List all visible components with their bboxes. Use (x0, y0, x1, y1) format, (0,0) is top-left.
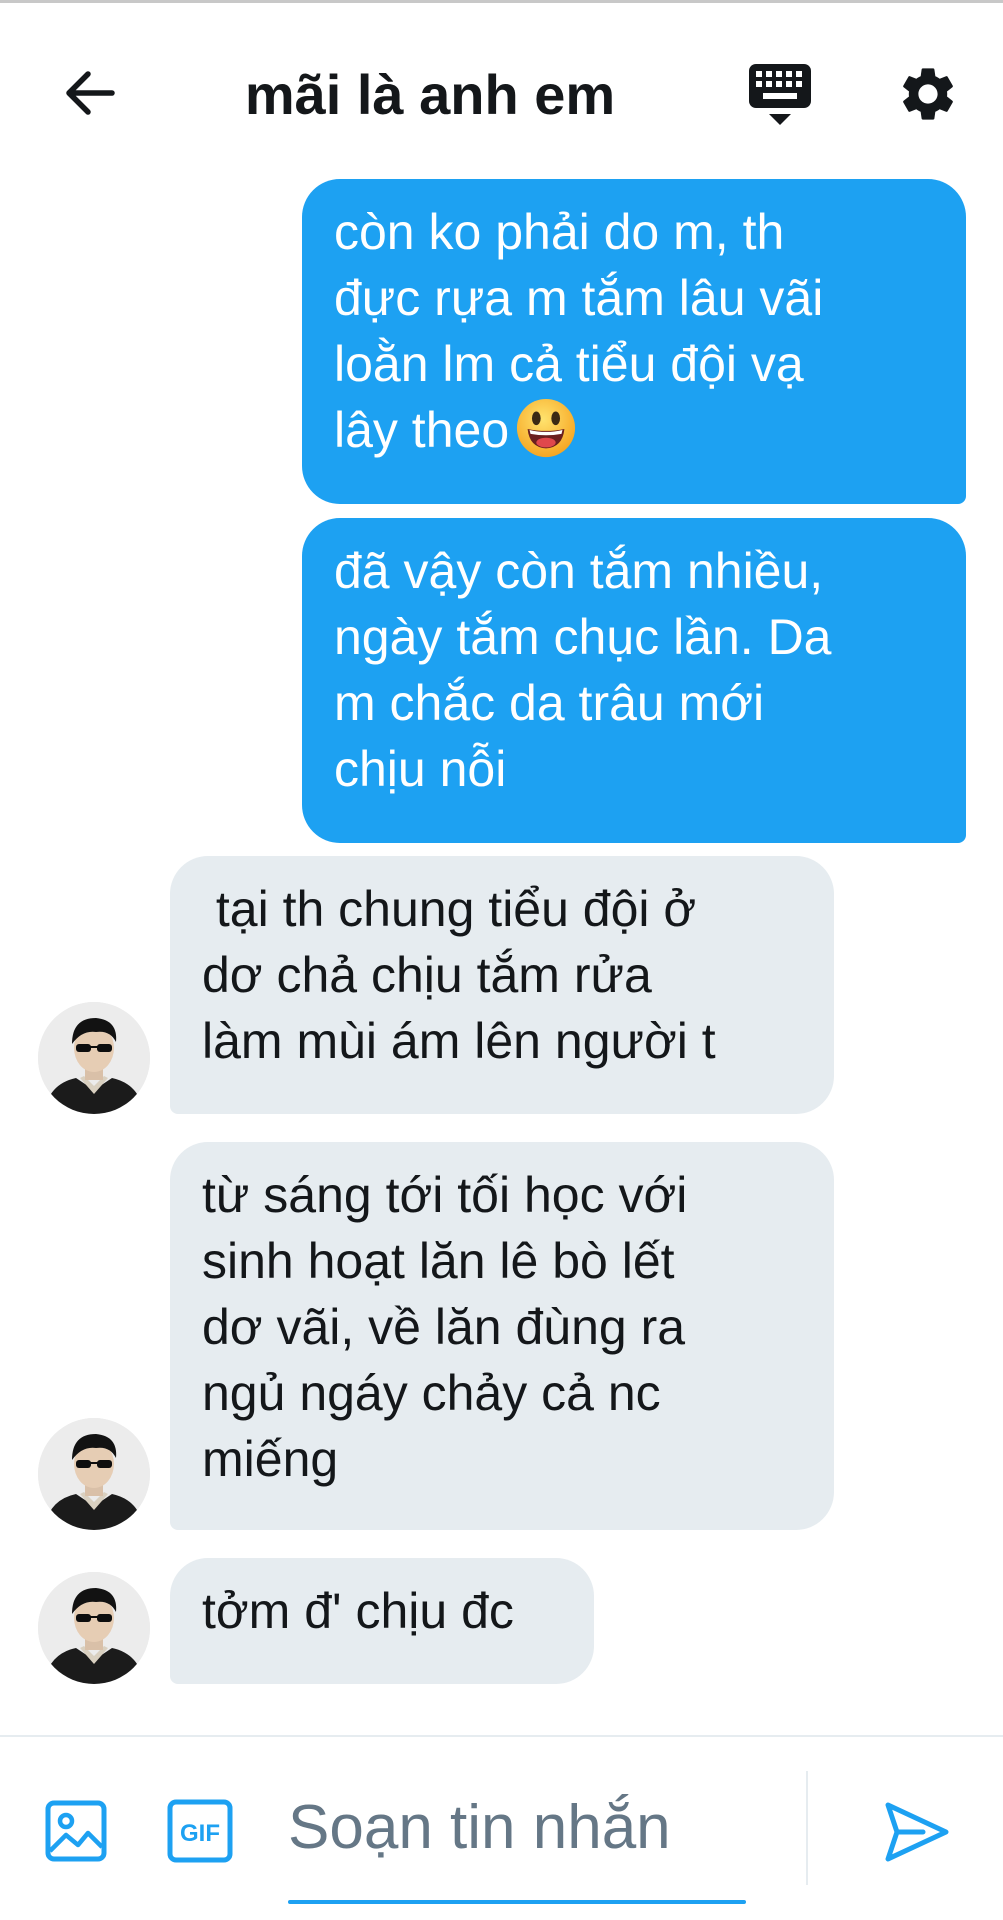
message-bubble-received[interactable]: từ sáng tới tối học với sinh hoạt lăn lê… (170, 1142, 834, 1530)
add-gif-button[interactable]: GIF (164, 1795, 236, 1867)
composer-separator (806, 1771, 808, 1885)
message-text-line: từ sáng tới tối học với (202, 1167, 688, 1223)
message-bubble-sent[interactable]: còn ko phải do m, th đực rựa m tắm lâu v… (302, 179, 966, 504)
add-photo-button[interactable] (40, 1795, 112, 1867)
message-text-line: loằn lm cả tiểu đội vạ (334, 336, 804, 392)
message-composer: GIF (0, 1737, 1003, 1920)
message-text-line: chịu nỗi (334, 741, 507, 797)
keyboard-icon (749, 64, 811, 125)
avatar[interactable] (38, 1572, 150, 1684)
message-text-line: m chắc da trâu mới (334, 675, 765, 731)
message-text-line: sinh hoạt lăn lê bò lết (202, 1233, 675, 1289)
gif-icon: GIF (167, 1799, 233, 1863)
gif-label: GIF (180, 1820, 220, 1847)
message-text-line: tại th chung tiểu đội ở (202, 881, 697, 937)
user-avatar-icon (38, 1418, 150, 1530)
message-text-line: làm mùi ám lên người t (202, 1013, 716, 1069)
conversation-title: mãi là anh em (244, 63, 616, 126)
back-button[interactable] (50, 53, 130, 133)
message-text-line: lây theo (334, 402, 510, 458)
gear-icon (903, 68, 953, 120)
message-text-line: còn ko phải do m, th (334, 204, 785, 260)
message-text-line: ngày tắm chục lần. Da (334, 609, 832, 665)
conversation-header: mãi là anh em (0, 3, 1003, 173)
message-text-line: miếng (202, 1431, 339, 1487)
message-bubble-sent[interactable]: đã vậy còn tắm nhiều, ngày tắm chục lần.… (302, 518, 966, 843)
user-avatar-icon (38, 1002, 150, 1114)
grinning-face-emoji (517, 398, 576, 458)
avatar[interactable] (38, 1002, 150, 1114)
arrow-left-icon (66, 71, 115, 115)
message-text-line: dơ chả chịu tắm rửa (202, 947, 652, 1003)
settings-button[interactable] (888, 51, 968, 137)
message-bubble-received[interactable]: tởm đ' chịu đc (170, 1558, 594, 1684)
compose-message-input[interactable] (288, 1779, 748, 1875)
avatar[interactable] (38, 1418, 150, 1530)
input-focus-underline (288, 1900, 746, 1904)
message-text-line: đực rựa m tắm lâu vãi (334, 270, 824, 326)
keyboard-button[interactable] (740, 55, 820, 135)
user-avatar-icon (38, 1572, 150, 1684)
image-icon (45, 1800, 107, 1862)
message-text-line: dơ vãi, về lăn đùng ra (202, 1299, 686, 1355)
message-bubble-received[interactable]: tại th chung tiểu đội ở dơ chả chịu tắm … (170, 856, 834, 1114)
message-text-line: tởm đ' chịu đc (202, 1583, 514, 1639)
send-button[interactable] (872, 1787, 962, 1877)
message-text-line: đã vậy còn tắm nhiều, (334, 543, 824, 599)
message-text-line: ngủ ngáy chảy cả nc (202, 1365, 661, 1421)
send-icon (885, 1802, 949, 1862)
